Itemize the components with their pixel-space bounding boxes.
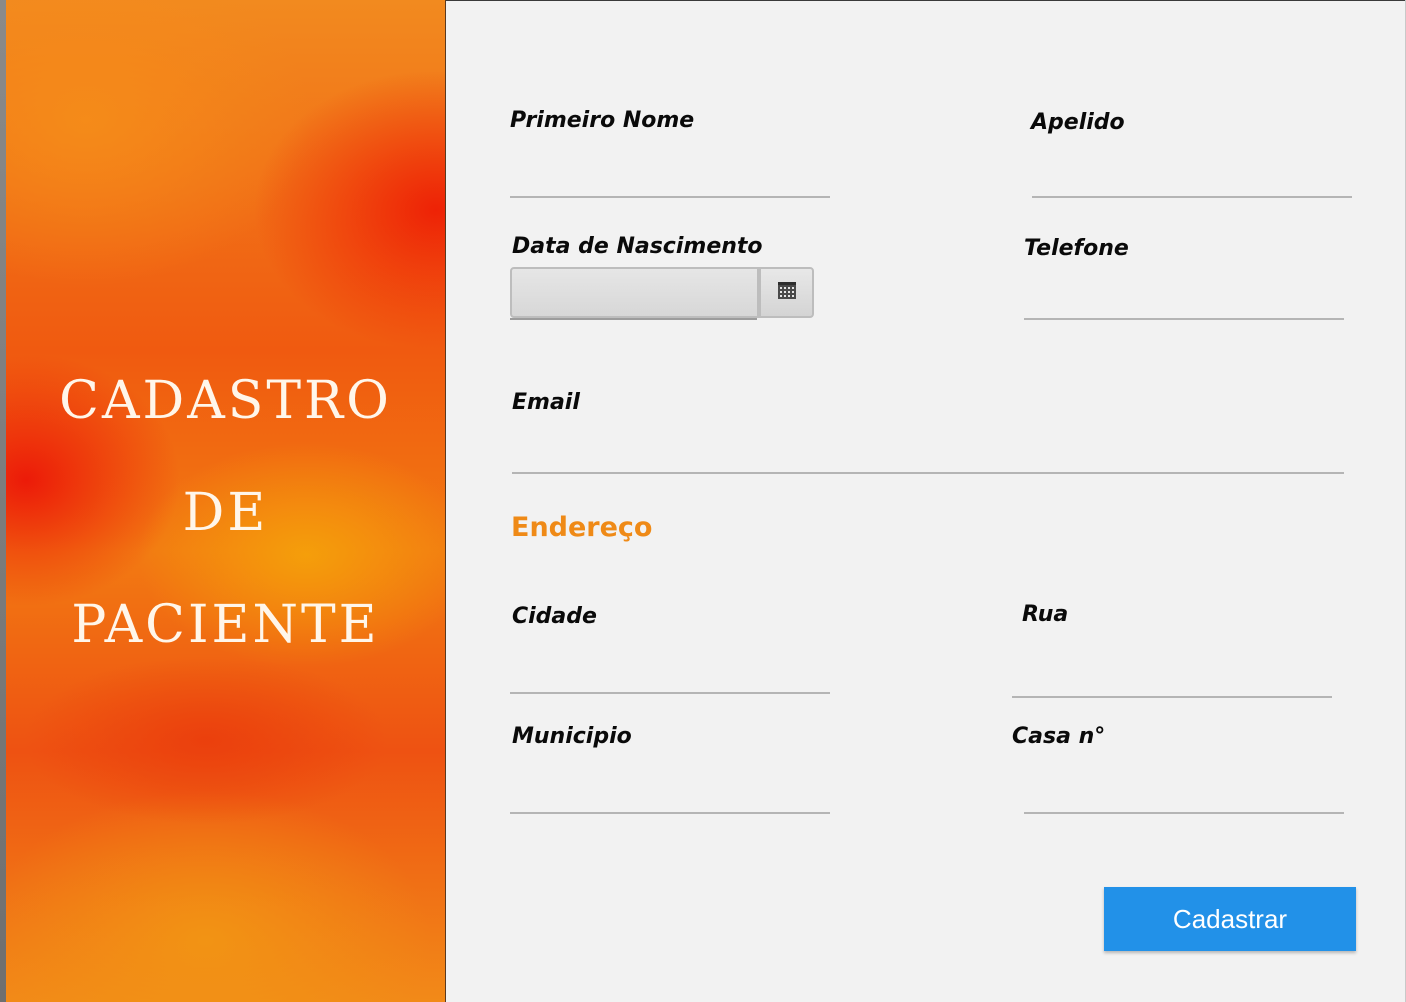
birth-date-picker [510,267,814,320]
banner-title-line-3: PACIENTE [71,595,380,655]
street-field[interactable] [1012,670,1332,698]
banner-title-line-1: CADASTRO [59,371,392,431]
patient-registration-window: CADASTRO DE PACIENTE Primeiro Nome Apeli… [0,0,1406,1002]
house-number-label: Casa n° [1012,724,1106,749]
surname-field[interactable] [1032,170,1352,198]
calendar-icon [777,280,797,305]
house-number-field[interactable] [1024,786,1344,814]
city-field[interactable] [510,666,830,694]
municipality-field[interactable] [510,786,830,814]
phone-label: Telefone [1024,236,1129,261]
calendar-button[interactable] [759,267,814,318]
phone-field[interactable] [1024,292,1344,320]
municipality-label: Municipio [512,724,632,749]
email-label: Email [512,390,580,415]
top-divider [446,0,1406,1]
address-heading: Endereço [511,512,653,543]
banner-title: CADASTRO DE PACIENTE [6,345,445,681]
first-name-field[interactable] [510,170,830,198]
surname-label: Apelido [1031,110,1125,135]
first-name-label: Primeiro Nome [510,108,695,133]
street-label: Rua [1022,602,1069,627]
birth-date-underline [510,318,757,320]
banner-title-line-2: DE [182,483,269,543]
email-field[interactable] [512,446,1344,474]
register-button[interactable]: Cadastrar [1104,887,1356,951]
title-banner: CADASTRO DE PACIENTE [6,0,446,1002]
birth-date-label: Data de Nascimento [512,234,763,259]
city-label: Cidade [512,604,597,629]
birth-date-field[interactable] [510,267,759,318]
